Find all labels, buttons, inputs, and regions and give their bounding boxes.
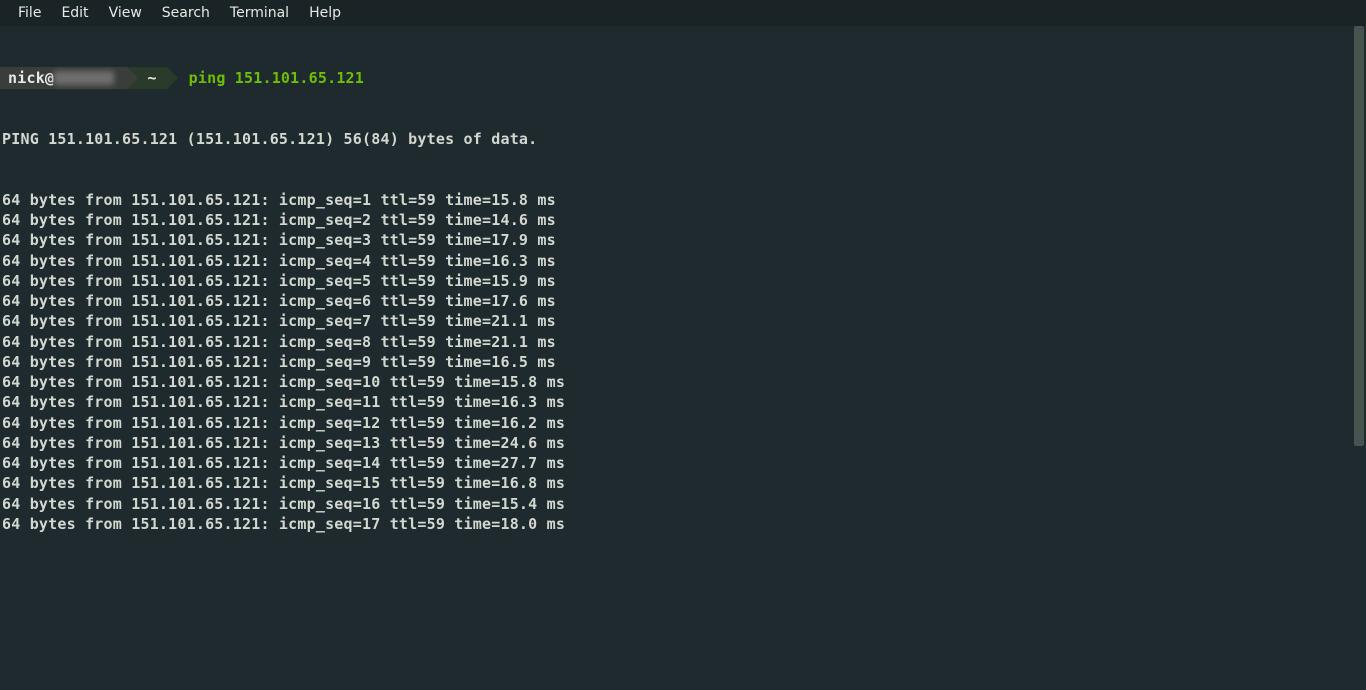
ping-response-line: 64 bytes from 151.101.65.121: icmp_seq=5… [0, 271, 1366, 291]
ping-response-line: 64 bytes from 151.101.65.121: icmp_seq=3… [0, 230, 1366, 250]
menu-terminal[interactable]: Terminal [220, 2, 299, 24]
ping-response-line: 64 bytes from 151.101.65.121: icmp_seq=6… [0, 291, 1366, 311]
menu-file[interactable]: File [8, 2, 51, 24]
ping-response-line: 64 bytes from 151.101.65.121: icmp_seq=8… [0, 332, 1366, 352]
menubar: File Edit View Search Terminal Help [0, 0, 1366, 26]
ping-response-line: 64 bytes from 151.101.65.121: icmp_seq=1… [0, 453, 1366, 473]
ping-header: PING 151.101.65.121 (151.101.65.121) 56(… [0, 129, 1366, 149]
ping-response-line: 64 bytes from 151.101.65.121: icmp_seq=1… [0, 392, 1366, 412]
ping-response-line: 64 bytes from 151.101.65.121: icmp_seq=1… [0, 433, 1366, 453]
menu-edit[interactable]: Edit [51, 2, 98, 24]
prompt-command: ping 151.101.65.121 [167, 67, 364, 89]
ping-response-line: 64 bytes from 151.101.65.121: icmp_seq=1… [0, 190, 1366, 210]
ping-response-line: 64 bytes from 151.101.65.121: icmp_seq=1… [0, 372, 1366, 392]
hostname-redacted [54, 71, 114, 85]
menu-search[interactable]: Search [152, 2, 220, 24]
prompt-user: nick@ [0, 67, 127, 89]
ping-response-line: 64 bytes from 151.101.65.121: icmp_seq=9… [0, 352, 1366, 372]
menu-view[interactable]: View [99, 2, 152, 24]
scrollbar[interactable] [1352, 26, 1366, 690]
menu-help[interactable]: Help [299, 2, 351, 24]
ping-response-line: 64 bytes from 151.101.65.121: icmp_seq=7… [0, 311, 1366, 331]
scrollbar-thumb[interactable] [1354, 26, 1364, 446]
prompt-line: nick@ ~ ping 151.101.65.121 [0, 67, 1366, 89]
ping-response-line: 64 bytes from 151.101.65.121: icmp_seq=1… [0, 473, 1366, 493]
ping-response-line: 64 bytes from 151.101.65.121: icmp_seq=1… [0, 413, 1366, 433]
ping-response-line: 64 bytes from 151.101.65.121: icmp_seq=1… [0, 514, 1366, 534]
ping-response-line: 64 bytes from 151.101.65.121: icmp_seq=4… [0, 251, 1366, 271]
ping-response-line: 64 bytes from 151.101.65.121: icmp_seq=1… [0, 494, 1366, 514]
terminal-output[interactable]: nick@ ~ ping 151.101.65.121 PING 151.101… [0, 26, 1366, 554]
ping-response-line: 64 bytes from 151.101.65.121: icmp_seq=2… [0, 210, 1366, 230]
